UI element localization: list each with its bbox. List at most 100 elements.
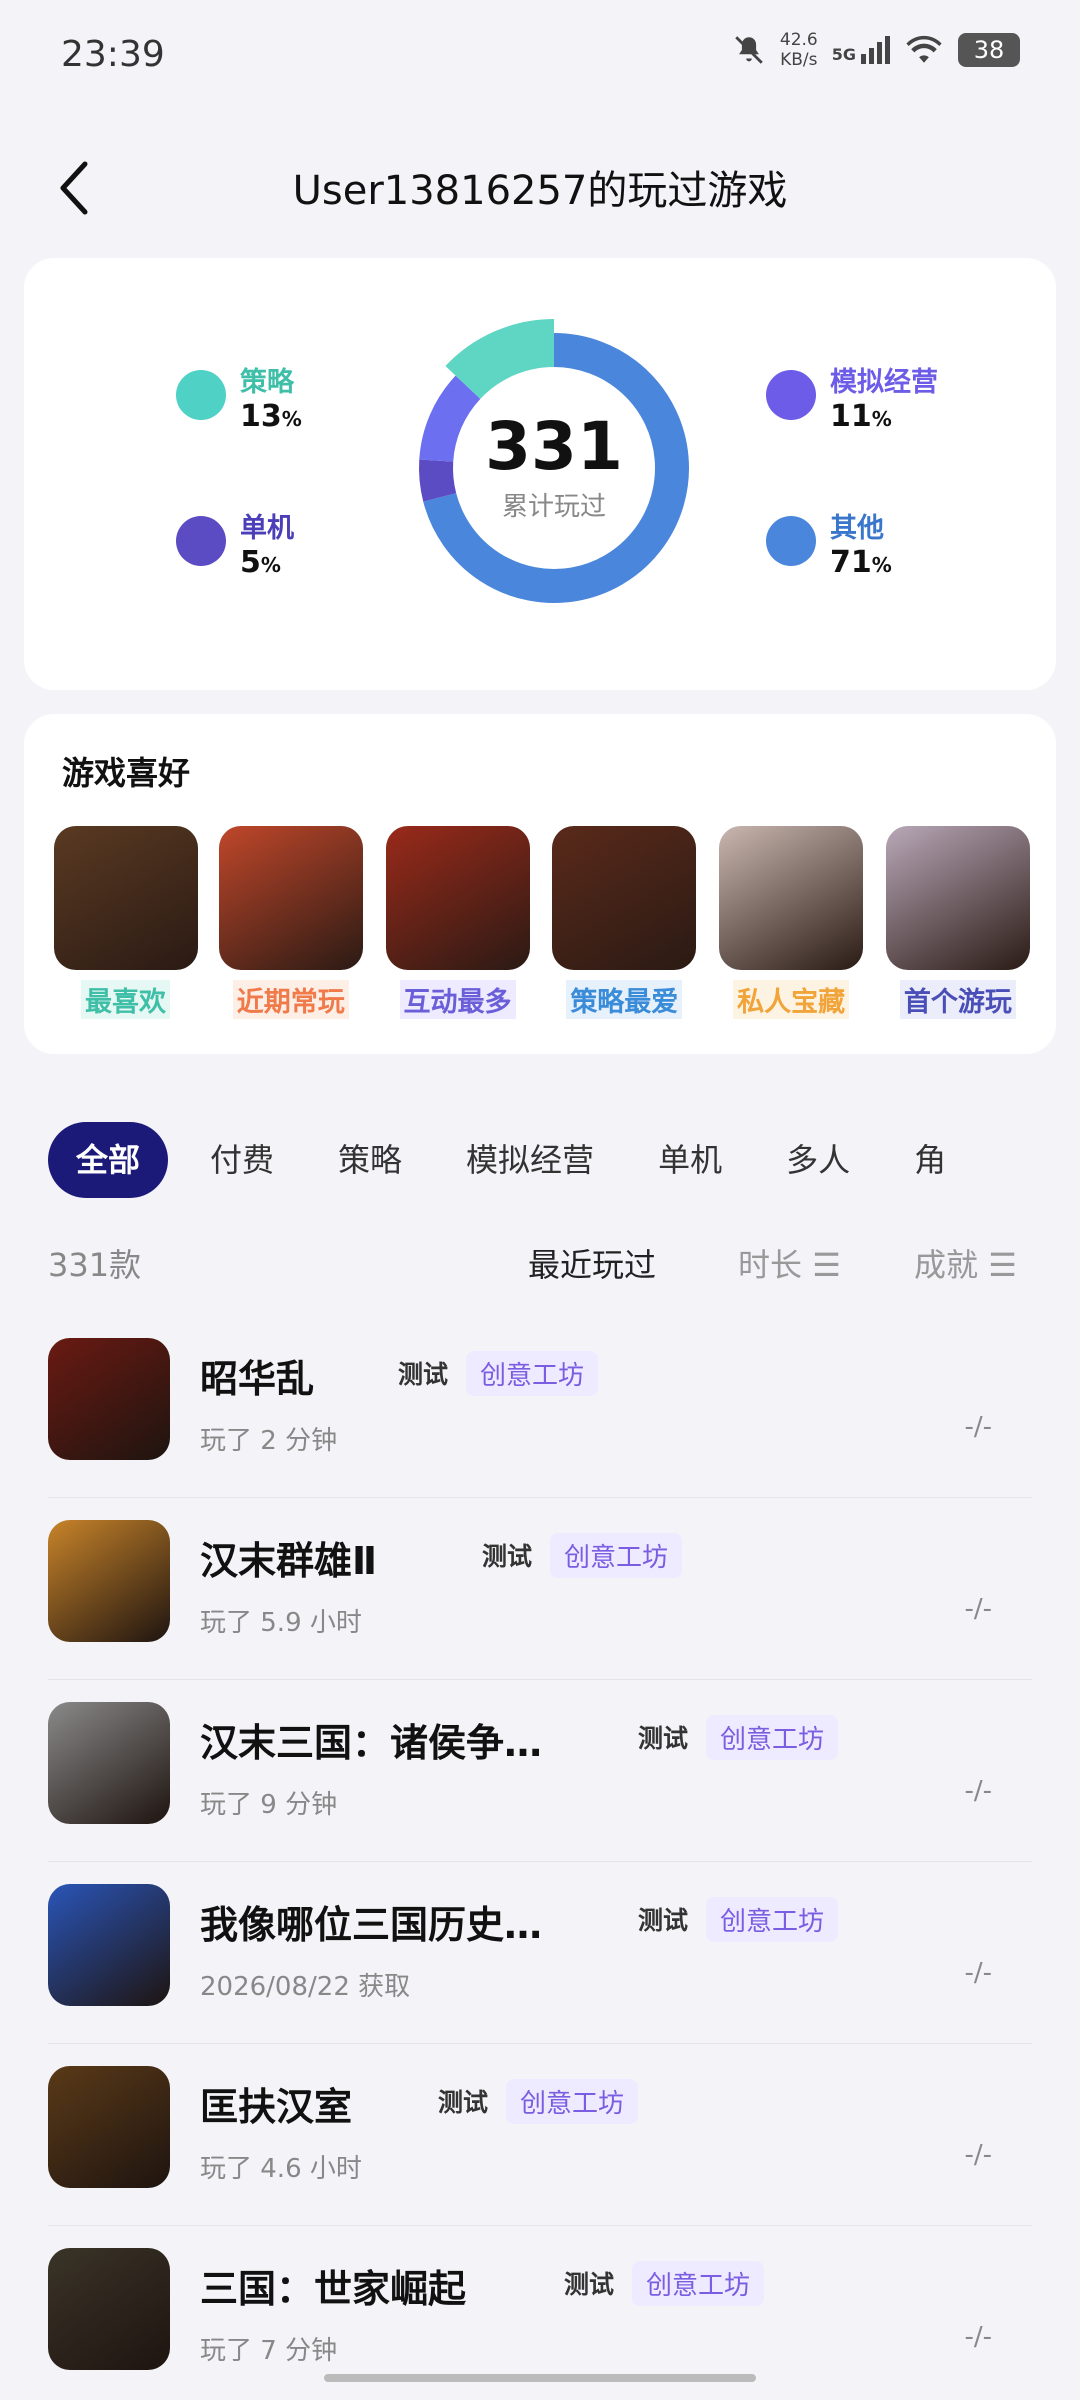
game-icon xyxy=(48,1520,170,1642)
game-thumbnail xyxy=(53,826,198,970)
preferences-title: 游戏喜好 xyxy=(62,754,191,792)
preference-label: 互动最多 xyxy=(399,980,516,1019)
achievement-score: -/- xyxy=(964,1776,992,1806)
strategy-category-icon xyxy=(176,370,226,420)
game-title: 三国：世家崛起 xyxy=(200,2267,467,2311)
workshop-badge: 创意工坊 xyxy=(632,2260,765,2306)
simulation-category-icon xyxy=(766,370,816,420)
stat-strategy[interactable]: 策略 13% xyxy=(176,360,302,434)
status-time: 23:39 xyxy=(61,34,165,75)
stat-simulation[interactable]: 模拟经营 11% xyxy=(766,360,938,434)
game-icon xyxy=(48,2248,170,2370)
tab-0[interactable]: 全部 xyxy=(48,1122,169,1198)
game-row[interactable]: 匡扶汉室 测试 创意工坊玩了 4.6 小时 -/- xyxy=(48,2044,1032,2226)
preference-label: 策略最爱 xyxy=(566,980,683,1019)
home-indicator[interactable] xyxy=(324,2374,756,2382)
category-tabs: 全部 付费 策略 模拟经营 单机 多人角 xyxy=(48,1120,1080,1200)
game-icon xyxy=(48,1884,170,2006)
tab-3[interactable]: 模拟经营 xyxy=(444,1122,616,1198)
game-count: 331款 xyxy=(48,1246,142,1284)
game-icon xyxy=(48,2066,170,2188)
network-speed: 42.6 KB/s xyxy=(779,30,818,70)
sort-duration[interactable]: 时长 ☰ xyxy=(738,1240,841,1286)
game-thumbnail xyxy=(218,826,363,970)
preference-item[interactable]: 互动最多 xyxy=(384,826,532,1019)
play-time: 玩了 4.6 小时 xyxy=(200,2154,362,2184)
mute-notification-icon xyxy=(735,36,763,64)
workshop-badge: 创意工坊 xyxy=(466,1350,599,1396)
page-title: User13816257的玩过游戏 xyxy=(292,168,788,214)
achievement-score: -/- xyxy=(964,1594,992,1624)
wifi-icon xyxy=(906,35,942,63)
status-bar: 23:39 42.6 KB/s 5G 38 xyxy=(0,0,1080,110)
game-thumbnail xyxy=(719,826,864,970)
tab-1[interactable]: 付费 xyxy=(188,1122,296,1198)
game-title: 匡扶汉室 xyxy=(200,2085,353,2129)
test-badge: 测试 xyxy=(638,1906,689,1935)
test-badge: 测试 xyxy=(482,1542,533,1571)
game-thumbnail xyxy=(552,826,697,970)
preference-item[interactable]: 私人宝藏 xyxy=(717,826,865,1019)
game-thumbnail xyxy=(385,826,530,970)
achievement-score: -/- xyxy=(964,2322,992,2352)
game-tags: 测试 创意工坊 xyxy=(438,2076,639,2126)
tab-5[interactable]: 多人 xyxy=(764,1122,872,1198)
preference-item[interactable]: 近期常玩 xyxy=(217,826,365,1019)
preference-label: 近期常玩 xyxy=(232,980,349,1019)
test-badge: 测试 xyxy=(398,1360,449,1389)
sort-row: 331款 最近玩过 时长 ☰ 成就 ☰ xyxy=(48,1240,1032,1290)
game-title: 昭华乱 xyxy=(200,1357,315,1401)
preference-label: 私人宝藏 xyxy=(733,980,850,1019)
battery-icon: 38 xyxy=(958,33,1020,67)
game-tags: 测试 创意工坊 xyxy=(638,1894,839,1944)
test-badge: 测试 xyxy=(438,2088,489,2117)
game-title: 我像哪位三国历史… xyxy=(200,1903,543,1947)
workshop-badge: 创意工坊 xyxy=(706,1714,839,1760)
game-row[interactable]: 汉末三国：诸侯争… 测试 创意工坊玩了 9 分钟 -/- xyxy=(48,1680,1032,1862)
game-icon xyxy=(48,1702,170,1824)
preference-item[interactable]: 首个游玩 xyxy=(884,826,1032,1019)
game-tags: 测试 创意工坊 xyxy=(482,1530,683,1580)
game-row[interactable]: 我像哪位三国历史… 测试 创意工坊 2026/08/22 获取 -/- xyxy=(48,1862,1032,2044)
play-time: 2026/08/22 获取 xyxy=(200,1972,411,2002)
game-icon xyxy=(48,1338,170,1460)
stat-other[interactable]: 其他 71% xyxy=(766,506,892,580)
achievement-score: -/- xyxy=(964,1958,992,1988)
stat-single-player[interactable]: 单机 5% xyxy=(176,506,294,580)
game-preferences-card: 游戏喜好 最喜欢 近期常玩 互动最多 策略最爱 私人宝藏 首个游玩 xyxy=(24,714,1056,1054)
sort-recent[interactable]: 最近玩过 xyxy=(528,1240,656,1286)
sort-achievement[interactable]: 成就 ☰ xyxy=(914,1240,1017,1286)
workshop-badge: 创意工坊 xyxy=(506,2078,639,2124)
game-tags: 测试 创意工坊 xyxy=(638,1712,839,1762)
workshop-badge: 创意工坊 xyxy=(550,1532,683,1578)
tab-2[interactable]: 策略 xyxy=(316,1122,424,1198)
play-time: 玩了 2 分钟 xyxy=(200,1426,338,1456)
cell-signal-icon: 5G xyxy=(832,36,890,64)
game-title: 汉末群雄Ⅱ xyxy=(200,1539,378,1583)
game-row[interactable]: 昭华乱 测试 创意工坊玩了 2 分钟 -/- xyxy=(48,1316,1032,1498)
play-time: 玩了 9 分钟 xyxy=(200,1790,338,1820)
single-player-category-icon xyxy=(176,516,226,566)
tab-6[interactable]: 角 xyxy=(892,1122,968,1198)
stats-card: 策略 13% 单机 5% 模拟经营 11% 其他 71% 331 累计玩过 xyxy=(24,258,1056,690)
sort-order-icon: ☰ xyxy=(988,1246,1017,1284)
gamepad-icon xyxy=(766,516,816,566)
game-tags: 测试 创意工坊 xyxy=(564,2258,765,2308)
game-list: 昭华乱 测试 创意工坊 玩了 2 分钟 -/- 汉末群雄Ⅱ 测试 创意工坊 玩了 5.9 小时 -… xyxy=(48,1316,1032,2400)
test-badge: 测试 xyxy=(564,2270,615,2299)
page-header: User13816257的玩过游戏 xyxy=(0,140,1080,230)
preference-label: 首个游玩 xyxy=(899,980,1016,1019)
game-row[interactable]: 汉末群雄Ⅱ 测试 创意工坊玩了 5.9 小时 -/- xyxy=(48,1498,1032,1680)
achievement-score: -/- xyxy=(964,2140,992,2170)
preference-item[interactable]: 最喜欢 xyxy=(52,826,200,1019)
play-time: 玩了 5.9 小时 xyxy=(200,1608,362,1638)
preference-item[interactable]: 策略最爱 xyxy=(550,826,698,1019)
sort-order-icon: ☰ xyxy=(812,1246,841,1284)
tab-4[interactable]: 单机 xyxy=(636,1122,744,1198)
workshop-badge: 创意工坊 xyxy=(706,1896,839,1942)
game-title: 汉末三国：诸侯争… xyxy=(200,1721,543,1765)
total-played-label: 累计玩过 xyxy=(501,492,606,522)
play-time: 玩了 7 分钟 xyxy=(200,2336,338,2366)
achievement-score: -/- xyxy=(964,1412,992,1442)
donut-segment xyxy=(445,319,555,400)
